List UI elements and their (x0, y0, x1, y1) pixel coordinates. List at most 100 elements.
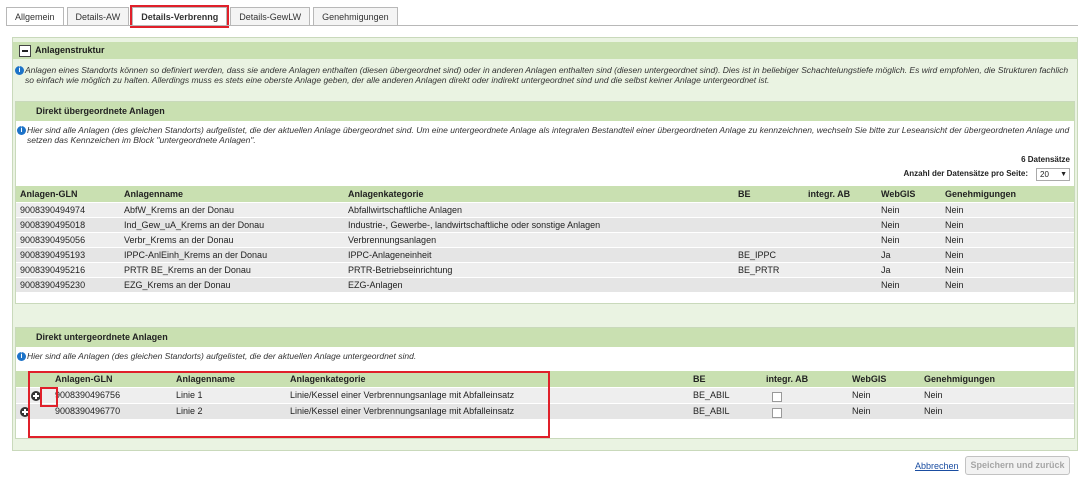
col-category[interactable]: Anlagenkategorie (290, 371, 366, 387)
cell-genehmigungen: Nein (945, 280, 964, 290)
table-row[interactable]: 9008390496756 Linie 1 Linie/Kessel einer V… (16, 388, 1074, 404)
cell-webgis: Nein (881, 235, 900, 245)
tab-bar: Allgemein Details-AW Details-Verbrenng D… (6, 5, 401, 28)
col-name[interactable]: Anlagenname (124, 186, 183, 202)
cell-category: Abfallwirtschaftliche Anlagen (348, 205, 463, 215)
cell-gln: 9008390494974 (20, 205, 86, 215)
col-category[interactable]: Anlagenkategorie (348, 186, 424, 202)
children-title: Direkt untergeordnete Anlagen (16, 328, 1074, 347)
per-page-label: Anzahl der Datensätze pro Seite: (903, 169, 1028, 178)
cell-be: BE_PRTR (738, 265, 780, 275)
cell-gln: 9008390495056 (20, 235, 86, 245)
chevron-down-icon: ▼ (1060, 171, 1067, 178)
cell-genehmigungen: Nein (945, 205, 964, 215)
cell-category: Linie/Kessel einer Verbrennungsanlage mi… (290, 390, 515, 400)
children-panel: Direkt untergeordnete Anlagen i Hier sin… (15, 327, 1075, 439)
cell-genehmigungen: Nein (945, 235, 964, 245)
integr-ab-checkbox[interactable] (772, 392, 782, 402)
cell-webgis: Nein (881, 280, 900, 290)
cell-category: PRTR-Betriebseinrichtung (348, 265, 453, 275)
per-page-select[interactable]: 20 ▼ (1036, 168, 1070, 181)
table-row[interactable]: 9008390495018 Ind_Gew_uA_Krems an der Don… (16, 218, 1074, 233)
cell-webgis: Nein (852, 390, 871, 400)
integr-ab-checkbox[interactable] (772, 408, 782, 418)
cell-webgis: Ja (881, 250, 891, 260)
cell-name: EZG_Krems an der Donau (124, 280, 231, 290)
parents-title: Direkt übergeordnete Anlagen (16, 102, 1074, 121)
anlagenstruktur-section: Anlagenstruktur i Anlagen eines Standort… (12, 37, 1078, 451)
cell-genehmigungen: Nein (945, 265, 964, 275)
tab-allgemein[interactable]: Allgemein (6, 7, 64, 26)
cell-category: EZG-Anlagen (348, 280, 403, 290)
cell-category: Industrie-, Gewerbe-, landwirtschaftlich… (348, 220, 601, 230)
children-table-header: Anlagen-GLN Anlagenname Anlagenkategorie… (16, 371, 1074, 387)
cell-category: Verbrennungsanlagen (348, 235, 437, 245)
cell-name: PRTR BE_Krems an der Donau (124, 265, 251, 275)
cell-name: Linie 1 (176, 390, 203, 400)
table-row[interactable]: 9008390495193 IPPC-AnlEinh_Krems an der D… (16, 248, 1074, 263)
section-info: i Anlagen eines Standorts können so defi… (15, 65, 1073, 85)
cancel-link[interactable]: Abbrechen (915, 461, 959, 471)
tab-details-verbrenng[interactable]: Details-Verbrenng (130, 5, 230, 28)
children-info-text: Hier sind alle Anlagen (des gleichen Sta… (27, 351, 417, 361)
col-webgis[interactable]: WebGIS (852, 371, 886, 387)
cell-genehmigungen: Nein (924, 390, 943, 400)
table-row[interactable]: 9008390494974 AbfW_Krems an der Donau Abfa… (16, 203, 1074, 218)
section-info-text: Anlagen eines Standorts können so defini… (25, 65, 1069, 85)
cell-webgis: Nein (852, 406, 871, 416)
cell-webgis: Nein (881, 220, 900, 230)
cell-name: AbfW_Krems an der Donau (124, 205, 235, 215)
cell-be: BE_IPPC (738, 250, 777, 260)
cell-gln: 9008390496770 (55, 406, 121, 416)
col-be[interactable]: BE (693, 371, 706, 387)
cell-name: Verbr_Krems an der Donau (124, 235, 234, 245)
cell-gln: 9008390495216 (20, 265, 86, 275)
cell-be: BE_ABIL (693, 390, 730, 400)
expand-plus-icon[interactable] (31, 391, 41, 401)
tab-details-aw[interactable]: Details-AW (66, 7, 130, 26)
cell-genehmigungen: Nein (945, 220, 964, 230)
col-genehmigungen[interactable]: Genehmigungen (924, 371, 995, 387)
col-be[interactable]: BE (738, 186, 751, 202)
parents-panel: Direkt übergeordnete Anlagen i Hier sind… (15, 101, 1075, 304)
tab-details-gewlw[interactable]: Details-GewLW (230, 7, 311, 26)
cell-webgis: Nein (881, 205, 900, 215)
cell-name: IPPC-AnlEinh_Krems an der Donau (124, 250, 268, 260)
cell-gln: 9008390495193 (20, 250, 86, 260)
parents-table-header: Anlagen-GLN Anlagenname Anlagenkategorie… (16, 186, 1074, 202)
table-row[interactable]: 9008390495056 Verbr_Krems an der Donau Ver… (16, 233, 1074, 248)
section-header: Anlagenstruktur (13, 42, 1077, 59)
cell-gln: 9008390495230 (20, 280, 86, 290)
cell-be: BE_ABIL (693, 406, 730, 416)
section-title: Anlagenstruktur (35, 45, 105, 55)
col-gln[interactable]: Anlagen-GLN (55, 371, 113, 387)
tab-genehmigungen[interactable]: Genehmigungen (313, 7, 398, 26)
col-genehmigungen[interactable]: Genehmigungen (945, 186, 1016, 202)
cell-category: Linie/Kessel einer Verbrennungsanlage mi… (290, 406, 515, 416)
col-integr[interactable]: integr. AB (766, 371, 808, 387)
info-icon: i (17, 126, 26, 135)
cell-gln: 9008390496756 (55, 390, 121, 400)
col-name[interactable]: Anlagenname (176, 371, 235, 387)
table-row[interactable]: 9008390495230 EZG_Krems an der Donau EZG-A… (16, 278, 1074, 293)
table-row[interactable]: 9008390496770 Linie 2 Linie/Kessel einer V… (16, 404, 1074, 420)
cell-name: Ind_Gew_uA_Krems an der Donau (124, 220, 265, 230)
tab-divider (6, 25, 1078, 26)
save-and-back-button[interactable]: Speichern und zurück (965, 456, 1070, 475)
collapse-icon[interactable] (19, 45, 31, 57)
record-count: 6 Datensätze (1021, 155, 1070, 164)
info-icon: i (17, 352, 26, 361)
per-page-value: 20 (1040, 170, 1049, 179)
parents-info-text: Hier sind alle Anlagen (des gleichen Sta… (27, 125, 1070, 145)
table-row[interactable]: 9008390495216 PRTR BE_Krems an der Donau P… (16, 263, 1074, 278)
cell-category: IPPC-Anlageneinheit (348, 250, 432, 260)
children-info: i Hier sind alle Anlagen (des gleichen S… (17, 351, 1072, 362)
col-webgis[interactable]: WebGIS (881, 186, 915, 202)
cell-genehmigungen: Nein (924, 406, 943, 416)
cell-name: Linie 2 (176, 406, 203, 416)
cell-genehmigungen: Nein (945, 250, 964, 260)
col-gln[interactable]: Anlagen-GLN (20, 186, 78, 202)
col-integr[interactable]: integr. AB (808, 186, 850, 202)
info-icon: i (15, 66, 24, 75)
expand-plus-icon[interactable] (20, 407, 30, 417)
